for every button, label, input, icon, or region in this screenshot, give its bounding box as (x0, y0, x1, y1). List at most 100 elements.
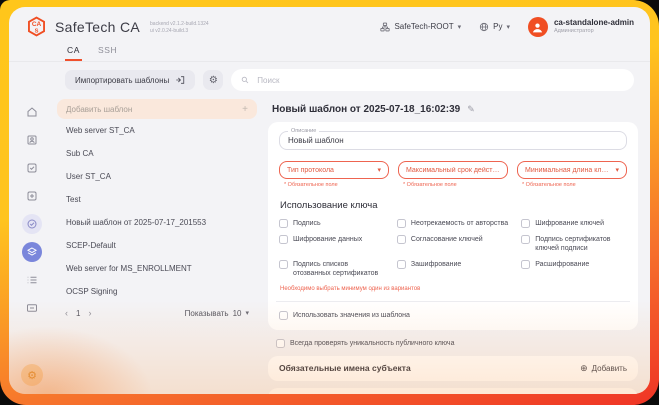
person-icon (531, 21, 544, 34)
page-size-label: Показывать (185, 309, 229, 318)
list-icon (26, 274, 38, 286)
checkbox-icon (397, 260, 406, 269)
edit-title-icon[interactable]: ✎ (467, 104, 475, 115)
min-key-length-label: Минимальная длина ключа (525, 167, 611, 174)
select-wrap: Максимальный срок действия се... * Обяза… (398, 161, 508, 188)
user-meta: ca-standalone-admin Администратор (554, 18, 634, 35)
key-usage-option[interactable]: Подпись (279, 219, 387, 228)
nav-rail: ⚙ (9, 97, 55, 394)
check-square-icon (26, 162, 38, 174)
page-number[interactable]: 1 (76, 309, 80, 318)
ca-root-selector[interactable]: SafeTech-ROOT ▾ (380, 22, 461, 32)
max-validity-label: Максимальный срок действия се... (406, 167, 500, 174)
select-wrap: Тип протокола ▾ * Обязательное поле (279, 161, 389, 188)
language-selector[interactable]: Ру ▾ (479, 22, 510, 32)
user-menu[interactable]: ca-standalone-admin Администратор (528, 17, 634, 37)
key-usage-option[interactable]: Неотрекаемость от авторства (397, 219, 511, 228)
editor-title: Новый шаблон от 2025-07-18_16:02:39 (272, 104, 460, 115)
template-list-item[interactable]: OCSP Signing (57, 280, 257, 303)
template-list-item[interactable]: Новый шаблон от 2025-07-17_201553 (57, 211, 257, 234)
approve-circle-icon (26, 218, 38, 230)
checkbox-icon (397, 235, 406, 244)
search-input[interactable] (255, 75, 624, 86)
page-next-button[interactable]: › (88, 308, 91, 318)
key-usage-option[interactable]: Подпись сертификатов ключей подписи (521, 235, 627, 253)
key-usage-label: Зашифрование (411, 260, 461, 269)
min-key-length-select[interactable]: Минимальная длина ключа ▾ (517, 161, 627, 179)
key-usage-option[interactable]: Подпись списков отозванных сертификатов (279, 260, 387, 278)
safetech-logo-icon: CA S (25, 15, 48, 38)
protocol-type-select[interactable]: Тип протокола ▾ (279, 161, 389, 179)
template-list-item[interactable]: SCEP-Default (57, 234, 257, 257)
page-size-selector[interactable]: Показывать 10 ▾ (185, 309, 249, 318)
key-usage-option[interactable]: Шифрование данных (279, 235, 387, 253)
required-field-hint: * Обязательное поле (284, 182, 389, 188)
plus-icon: + (242, 104, 248, 115)
nav-crl-button[interactable] (22, 298, 42, 318)
key-usage-label: Шифрование ключей (535, 219, 604, 228)
template-list-item[interactable]: User ST_CA (57, 165, 257, 188)
pagination: ‹ 1 › Показывать 10 ▾ (57, 308, 257, 318)
protocol-type-label: Тип протокола (287, 167, 334, 174)
checkbox-icon (279, 311, 288, 320)
import-button-label: Импортировать шаблоны (75, 76, 169, 85)
content-area: ⚙ Добавить шаблон + Web server ST_CA Sub… (9, 97, 650, 394)
key-usage-grid: Подпись Неотрекаемость от авторства Шифр… (279, 219, 627, 278)
template-list-item[interactable]: Sub CA (57, 142, 257, 165)
description-input-label: Описание (288, 128, 319, 134)
checkbox-icon (276, 339, 285, 348)
key-usage-option[interactable]: Шифрование ключей (521, 219, 627, 228)
nav-new-request-button[interactable] (22, 186, 42, 206)
checkbox-icon (397, 219, 406, 228)
tab-ca[interactable]: CA (65, 42, 82, 61)
key-usage-title: Использование ключа (280, 200, 627, 211)
description-input-value: Новый шаблон (288, 136, 344, 145)
nav-home-button[interactable] (22, 102, 42, 122)
version-ui: ui v2.0.24-build.3 (150, 28, 209, 34)
import-icon (175, 75, 185, 85)
template-list-item[interactable]: Web server ST_CA (57, 119, 257, 142)
user-name: ca-standalone-admin (554, 18, 634, 28)
description-input[interactable]: Описание Новый шаблон (279, 131, 627, 150)
plus-circle-icon: ⊕ (580, 363, 588, 374)
key-usage-option[interactable]: Расшифрование (521, 260, 627, 278)
rail-settings-button[interactable]: ⚙ (21, 364, 43, 386)
svg-text:CA: CA (32, 21, 42, 28)
nav-journal-button[interactable] (22, 270, 42, 290)
template-list-item[interactable]: Test (57, 188, 257, 211)
checkbox-icon (521, 235, 530, 244)
check-unique-key-checkbox[interactable]: Всегда проверять уникальность публичного… (276, 339, 638, 348)
page-prev-button[interactable]: ‹ (65, 308, 68, 318)
nav-approvals-button[interactable] (22, 214, 42, 234)
max-validity-select[interactable]: Максимальный срок действия се... (398, 161, 508, 179)
user-role: Администратор (554, 28, 634, 35)
nav-requests-button[interactable] (22, 158, 42, 178)
template-list-item[interactable]: Web server for MS_ENROLLMENT (57, 257, 257, 280)
required-field-hint: * Обязательное поле (522, 182, 627, 188)
checkbox-icon (279, 260, 288, 269)
template-form-card: Описание Новый шаблон Тип протокола ▾ * … (268, 122, 638, 330)
use-template-values-checkbox[interactable]: Использовать значения из шаблона (279, 311, 627, 320)
key-usage-option[interactable]: Согласование ключей (397, 235, 511, 253)
home-icon (26, 106, 38, 118)
subject-names-card: Обязательные имена субъекта ⊕ Добавить (268, 356, 638, 381)
gear-icon: ⚙ (209, 75, 218, 86)
add-template-button[interactable]: Добавить шаблон + (57, 99, 257, 119)
nav-certificates-button[interactable] (22, 130, 42, 150)
tab-ssh[interactable]: SSH (96, 42, 119, 61)
tab-bar: CA SSH (9, 41, 650, 62)
editor-title-row: Новый шаблон от 2025-07-18_16:02:39 ✎ (268, 104, 638, 115)
svg-text:S: S (35, 28, 39, 34)
import-templates-button[interactable]: Импортировать шаблоны (65, 70, 195, 90)
nav-templates-button[interactable] (22, 242, 42, 262)
app-window: CA S SafeTech CA backend v2.1.2-build.13… (9, 7, 650, 394)
add-subject-name-button[interactable]: ⊕ Добавить (580, 363, 627, 374)
version-info: backend v2.1.2-build.1324 ui v2.0.24-bui… (150, 21, 209, 34)
app-header: CA S SafeTech CA backend v2.1.2-build.13… (9, 7, 650, 41)
key-usage-warning: Необходимо выбрать минимум один из вариа… (280, 286, 627, 292)
select-wrap: Минимальная длина ключа ▾ * Обязательное… (517, 161, 627, 188)
key-usage-label: Расшифрование (535, 260, 589, 269)
key-usage-label: Шифрование данных (293, 235, 362, 244)
settings-button[interactable]: ⚙ (203, 70, 223, 90)
key-usage-option[interactable]: Зашифрование (397, 260, 511, 278)
